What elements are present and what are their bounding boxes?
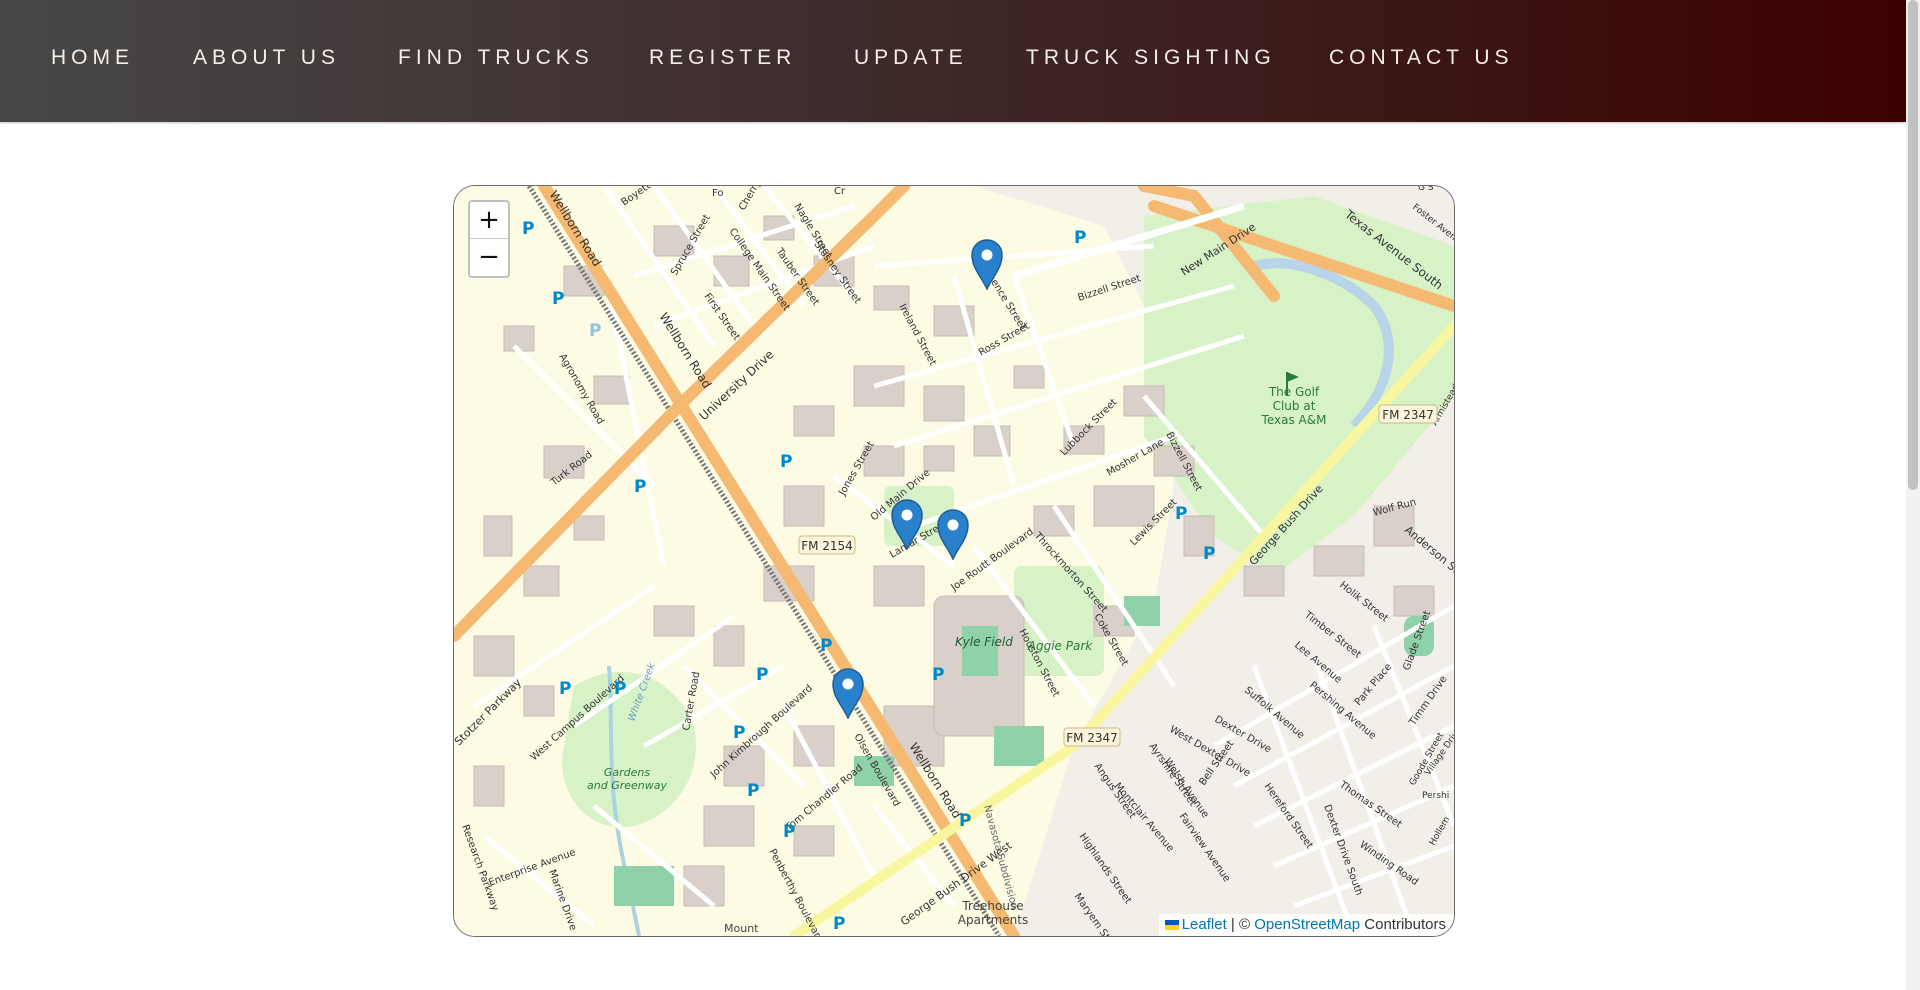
label-cr: Cr	[834, 186, 846, 197]
openstreetmap-link[interactable]: OpenStreetMap	[1254, 916, 1360, 933]
parking-icon: P	[1175, 504, 1187, 524]
nav-truck-sighting[interactable]: TRUCK SIGHTING	[1026, 46, 1276, 70]
attribution-suffix: Contributors	[1360, 916, 1446, 933]
nav-find-trucks[interactable]: FIND TRUCKS	[398, 46, 594, 70]
shield-fm-2347: FM 2347	[1066, 731, 1118, 745]
parking-icon: P	[1203, 544, 1215, 564]
parking-icon: P	[932, 665, 944, 685]
label-pershi: Pershi	[1422, 791, 1449, 801]
gardens-label-2: and Greenway	[587, 779, 667, 792]
treehouse-label-2: Apartments	[958, 913, 1028, 927]
golf-label-2: Club at	[1273, 399, 1316, 413]
truck-marker-1[interactable]	[970, 238, 1004, 290]
parking-icon: P	[522, 219, 534, 239]
parking-icon: P	[614, 679, 626, 699]
parking-icon: P	[589, 321, 601, 341]
sports-field	[614, 866, 674, 906]
shield-fm-2154: FM 2154	[801, 539, 853, 553]
leaflet-link[interactable]: Leaflet	[1182, 916, 1227, 933]
parking-icon: P	[634, 477, 646, 497]
parking-icon: P	[733, 723, 745, 743]
zoom-control: + −	[468, 200, 510, 278]
parking-icon: P	[833, 914, 845, 934]
zoom-out-button[interactable]: −	[470, 239, 508, 275]
parking-icon: P	[747, 781, 759, 801]
parking-icon: P	[783, 822, 795, 842]
kyle-field-label: Kyle Field	[955, 635, 1013, 649]
label-fo: Fo	[712, 188, 724, 199]
sports-field	[994, 726, 1044, 766]
nav-update[interactable]: UPDATE	[854, 46, 968, 70]
golf-label-1: The Golf	[1268, 385, 1320, 399]
ukraine-flag-icon	[1164, 920, 1179, 930]
shield-fm-2347-east: FM 2347	[1382, 408, 1434, 422]
parking-icon: P	[1074, 228, 1086, 248]
gardens-label-1: Gardens	[604, 766, 651, 779]
nav-register[interactable]: REGISTER	[649, 46, 796, 70]
truck-marker-2[interactable]	[890, 498, 924, 550]
parking-icon: P	[780, 452, 792, 472]
mount-label: Mount	[724, 922, 759, 935]
golf-label-3: Texas A&M	[1261, 413, 1327, 427]
nav-home[interactable]: HOME	[51, 46, 134, 70]
nav-contact-us[interactable]: CONTACT US	[1329, 46, 1514, 70]
parking-icon: P	[959, 811, 971, 831]
kyle-field-turf	[962, 626, 998, 676]
parking-icon: P	[756, 665, 768, 685]
nav-about-us[interactable]: ABOUT US	[193, 46, 340, 70]
attribution-separator: | ©	[1226, 916, 1255, 933]
truck-marker-4[interactable]	[831, 667, 865, 719]
scrollbar-thumb[interactable]	[1908, 0, 1918, 490]
label-gs: G S	[1418, 186, 1434, 193]
truck-map[interactable]: The Golf Club at Texas A&M Kyle Field Ag…	[453, 185, 1455, 937]
top-navigation-bar: HOME ABOUT US FIND TRUCKS REGISTER UPDAT…	[0, 0, 1906, 122]
page-scrollbar[interactable]	[1906, 0, 1920, 990]
zoom-in-button[interactable]: +	[470, 202, 508, 239]
truck-marker-3[interactable]	[936, 508, 970, 560]
map-attribution: Leaflet | © OpenStreetMap Contributors	[1158, 914, 1454, 936]
parking-icon: P	[552, 289, 564, 309]
parking-icon: P	[820, 636, 832, 656]
map-tiles[interactable]: The Golf Club at Texas A&M Kyle Field Ag…	[454, 186, 1454, 936]
parking-icon: P	[559, 679, 571, 699]
